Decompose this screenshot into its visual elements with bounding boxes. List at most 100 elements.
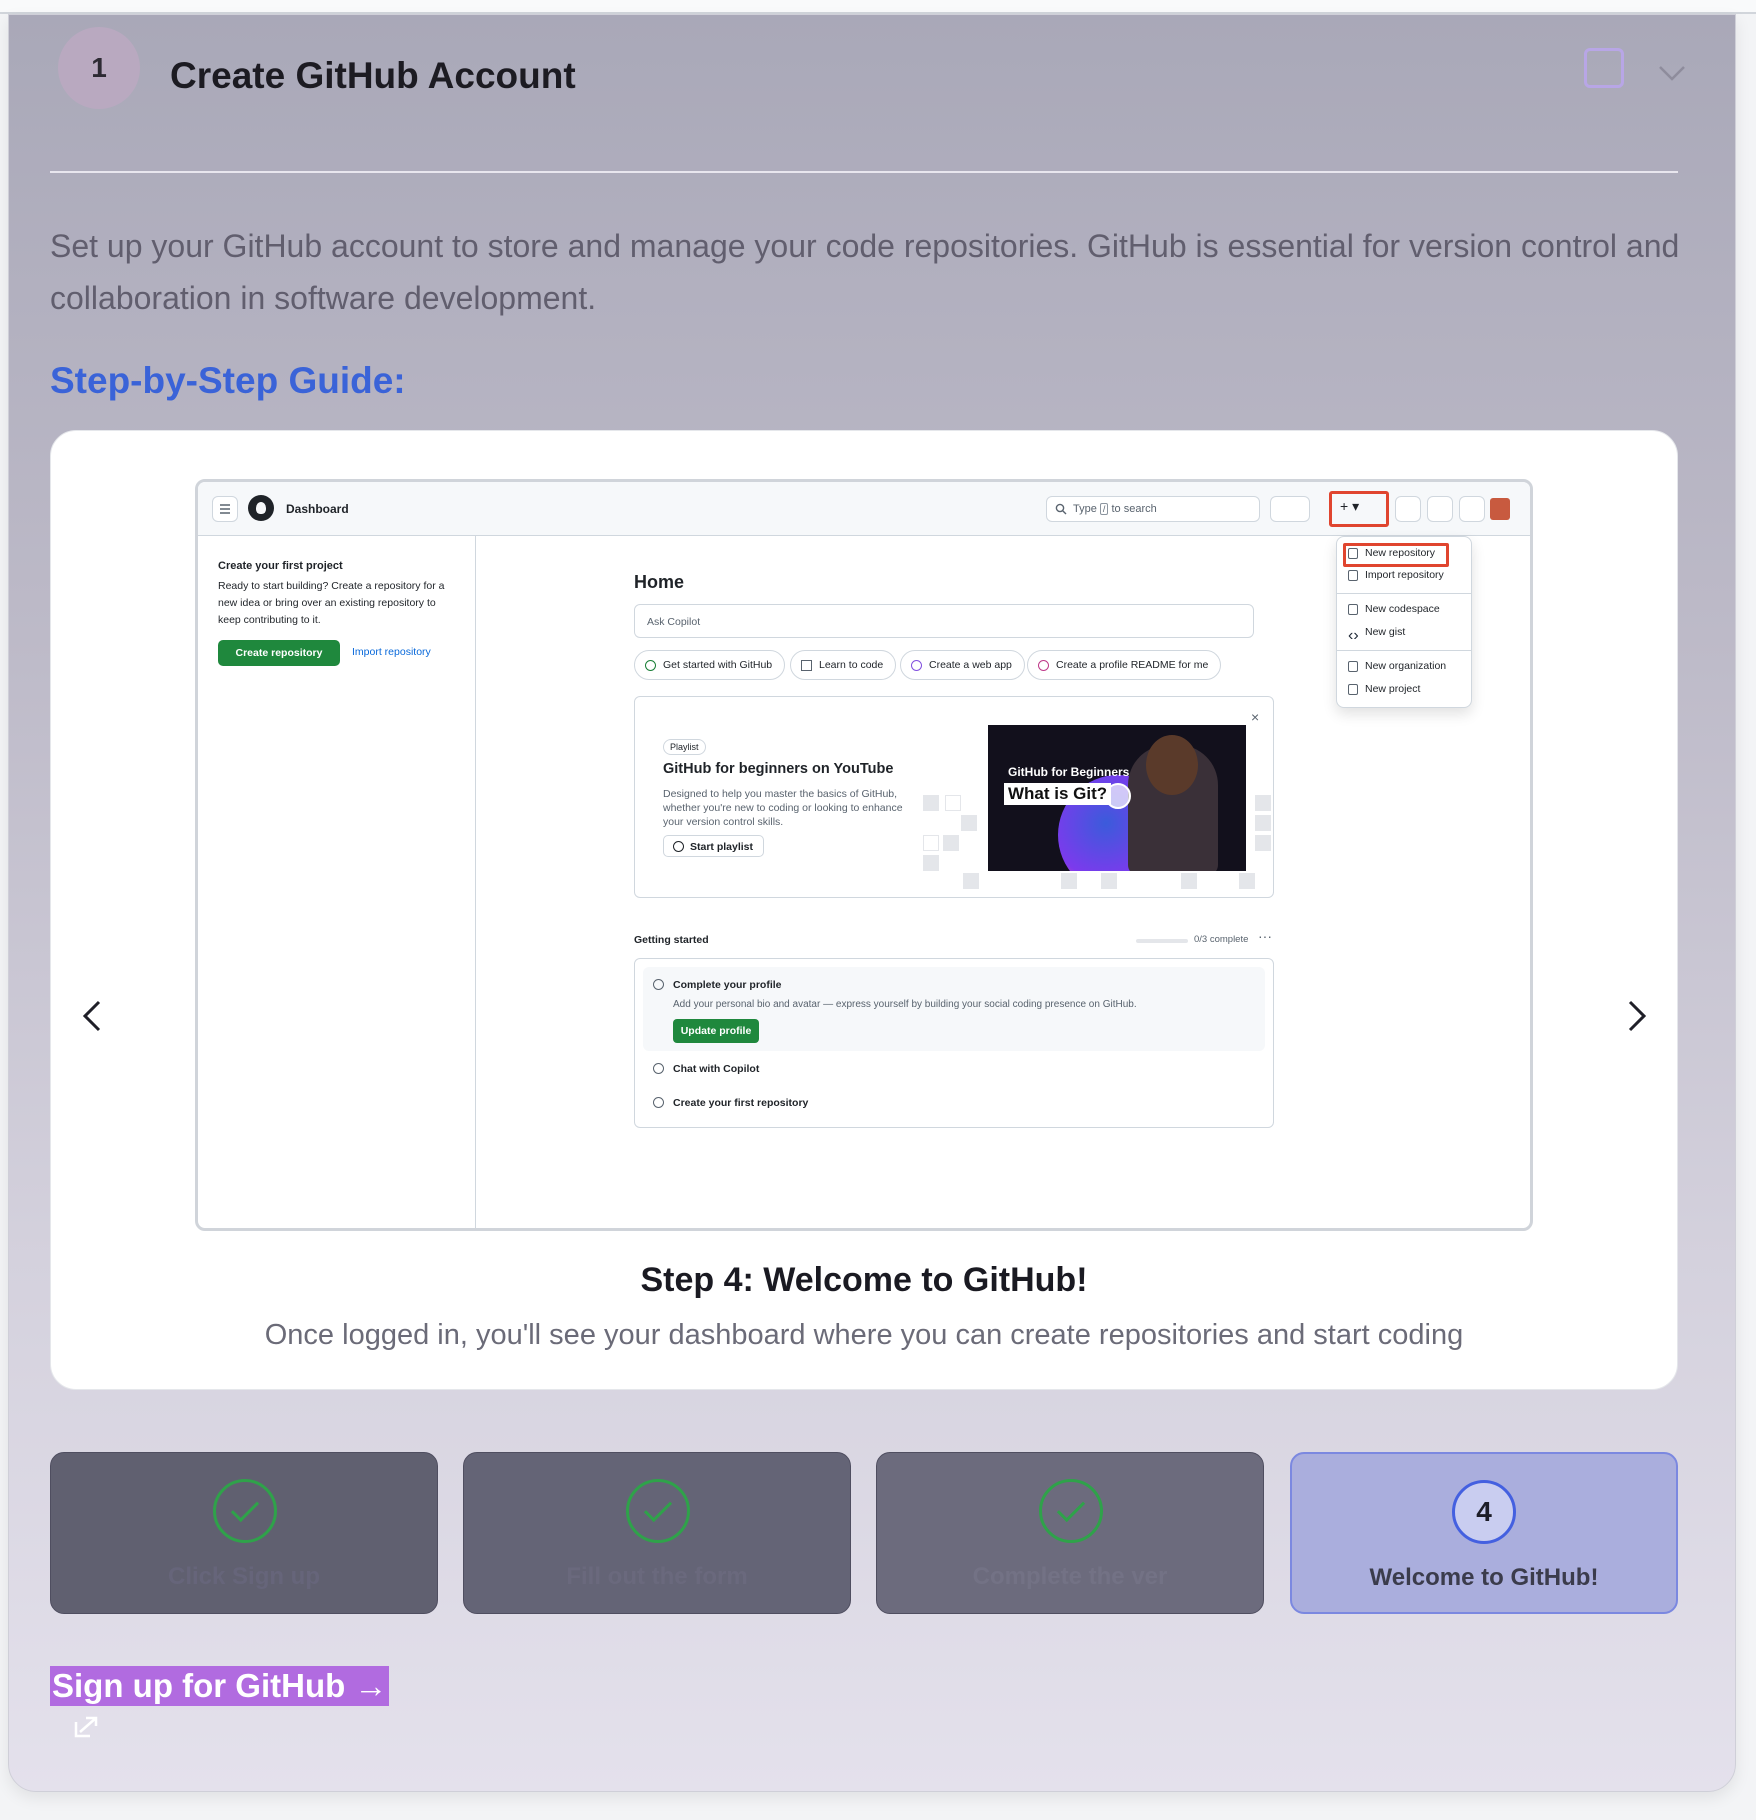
check-icon bbox=[1056, 1493, 1086, 1523]
kebab-horizontal-icon: ··· bbox=[1258, 928, 1272, 944]
code-icon: ‹› bbox=[1348, 627, 1359, 644]
repo-icon bbox=[1348, 548, 1358, 559]
play-icon bbox=[1105, 783, 1131, 809]
pull-requests-icon bbox=[1427, 496, 1453, 522]
step-tile-label: Click Sign up bbox=[167, 1563, 320, 1590]
gh-chip: Create a profile README for me bbox=[1027, 650, 1222, 680]
step-tile-4[interactable]: 4 Welcome to GitHub! bbox=[1290, 1452, 1678, 1614]
gh-progress-count: 0/3 complete bbox=[1194, 934, 1249, 945]
decor-tile bbox=[1255, 835, 1271, 851]
gh-menu-item: Import repository bbox=[1365, 569, 1444, 581]
gh-plus-button: + ▾ bbox=[1340, 498, 1360, 514]
smiley-icon bbox=[645, 660, 656, 671]
gh-update-profile-button: Update profile bbox=[673, 1019, 759, 1043]
inbox-icon bbox=[1459, 496, 1485, 522]
step-tile-label: Welcome to GitHub! bbox=[1369, 1564, 1599, 1591]
gh-chip-label: Create a web app bbox=[929, 659, 1012, 671]
gh-search-key: / bbox=[1099, 503, 1109, 515]
gh-menu-divider bbox=[1337, 650, 1471, 651]
step-complete-checkbox[interactable] bbox=[1584, 48, 1624, 88]
step-tile-1[interactable]: Click Sign up bbox=[50, 1452, 438, 1614]
step-tile-label: Fill out the form bbox=[566, 1563, 748, 1590]
external-link-icon[interactable] bbox=[72, 1714, 106, 1740]
radio-icon bbox=[653, 979, 664, 990]
gh-chip: Learn to code bbox=[790, 650, 897, 680]
step-number-circle: 4 bbox=[1452, 1480, 1516, 1544]
gh-create-new-highlight: + ▾ bbox=[1329, 491, 1389, 527]
help-icon bbox=[911, 660, 922, 671]
step-status-circle bbox=[626, 1479, 690, 1543]
gh-video-brand: GitHub for Beginners bbox=[1008, 765, 1130, 779]
video-presenter-head bbox=[1146, 735, 1198, 795]
gh-video-title: What is Git? bbox=[1004, 783, 1112, 805]
gh-sidebar-text: Ready to start building? Create a reposi… bbox=[218, 580, 445, 626]
chevron-down-icon[interactable] bbox=[1657, 61, 1687, 85]
gh-dashboard-title: Dashboard bbox=[286, 502, 349, 516]
organization-icon bbox=[1348, 661, 1358, 672]
sign-up-link[interactable]: Sign up for GitHub → bbox=[50, 1666, 390, 1706]
radio-icon bbox=[653, 1097, 664, 1108]
radio-icon bbox=[653, 1063, 664, 1074]
github-logo-icon bbox=[248, 495, 274, 521]
gh-search-box: Type / to search bbox=[1046, 496, 1260, 522]
chevron-right-icon[interactable] bbox=[1616, 996, 1656, 1036]
github-dashboard-screenshot: Dashboard Type / to search + ▾ Create yo… bbox=[195, 479, 1533, 1231]
decor-tile bbox=[1181, 873, 1197, 889]
gh-playlist-title: GitHub for beginners on YouTube bbox=[663, 761, 894, 777]
step-status-circle bbox=[1039, 1479, 1103, 1543]
carousel: Dashboard Type / to search + ▾ Create yo… bbox=[50, 430, 1678, 1390]
gh-import-repository-link: Import repository bbox=[352, 646, 431, 658]
gh-list-item-title: Chat with Copilot bbox=[673, 1063, 760, 1075]
step-number-badge: 1 bbox=[58, 27, 140, 109]
gh-getting-started-list: Complete your profile Add your personal … bbox=[634, 958, 1274, 1128]
gh-list-item-title: Complete your profile bbox=[673, 979, 782, 991]
check-icon bbox=[230, 1493, 260, 1523]
decor-tile bbox=[923, 835, 939, 851]
gh-playlist-badge: Playlist bbox=[663, 739, 706, 755]
gh-menu-item: New organization bbox=[1365, 660, 1447, 672]
gh-create-repository-button: Create repository bbox=[218, 640, 340, 666]
gh-video-thumbnail: GitHub for Beginners What is Git? bbox=[988, 725, 1246, 871]
step-title: Create GitHub Account bbox=[170, 55, 576, 96]
slide-description: Once logged in, you'll see your dashboar… bbox=[264, 1319, 1464, 1351]
gh-ask-copilot-input: Ask Copilot bbox=[634, 604, 1254, 638]
repo-push-icon bbox=[1348, 570, 1358, 581]
codespaces-icon bbox=[1348, 604, 1358, 615]
gh-sidebar: Create your first project Ready to start… bbox=[198, 536, 476, 1228]
project-icon bbox=[1348, 684, 1358, 695]
decor-tile bbox=[1239, 873, 1255, 889]
gh-start-playlist-button: Start playlist bbox=[663, 835, 765, 857]
decor-tile bbox=[963, 873, 979, 889]
play-icon bbox=[673, 841, 684, 852]
gh-menu-divider bbox=[1337, 593, 1471, 594]
gh-playlist-card: × Playlist GitHub for beginners on YouTu… bbox=[634, 696, 1274, 898]
decor-tile bbox=[961, 815, 977, 831]
step-tile-3[interactable]: Complete the ver bbox=[876, 1452, 1264, 1614]
decor-tile bbox=[1255, 795, 1271, 811]
gh-home-title: Home bbox=[634, 572, 685, 592]
decor-tile bbox=[923, 795, 939, 811]
hamburger-icon bbox=[212, 496, 238, 522]
gh-sidebar-heading: Create your first project bbox=[218, 560, 343, 572]
decor-tile bbox=[945, 795, 961, 811]
step-status-circle bbox=[213, 1479, 277, 1543]
decor-tile bbox=[943, 835, 959, 851]
gh-menu-item: New project bbox=[1365, 683, 1421, 695]
gh-list-item-description: Add your personal bio and avatar — expre… bbox=[673, 999, 1137, 1010]
decor-tile bbox=[1101, 873, 1117, 889]
gh-chip-label: Create a profile README for me bbox=[1056, 659, 1209, 671]
guide-heading: Step-by-Step Guide: bbox=[50, 360, 406, 401]
chevron-left-icon[interactable] bbox=[73, 996, 113, 1036]
gh-search-prefix: Type bbox=[1073, 503, 1097, 515]
check-icon bbox=[643, 1493, 673, 1523]
gh-search-suffix: to search bbox=[1111, 503, 1157, 515]
decor-tile bbox=[1255, 815, 1271, 831]
gh-list-item-title: Create your first repository bbox=[673, 1097, 809, 1109]
decor-tile bbox=[1061, 873, 1077, 889]
gh-getting-started-title: Getting started bbox=[634, 934, 709, 946]
avatar bbox=[1490, 498, 1510, 520]
step-tile-label: Complete the ver bbox=[972, 1563, 1168, 1590]
gh-menu-item: New repository bbox=[1365, 547, 1436, 559]
slide-title: Step 4: Welcome to GitHub! bbox=[640, 1261, 1088, 1299]
step-tile-2[interactable]: Fill out the form bbox=[463, 1452, 851, 1614]
